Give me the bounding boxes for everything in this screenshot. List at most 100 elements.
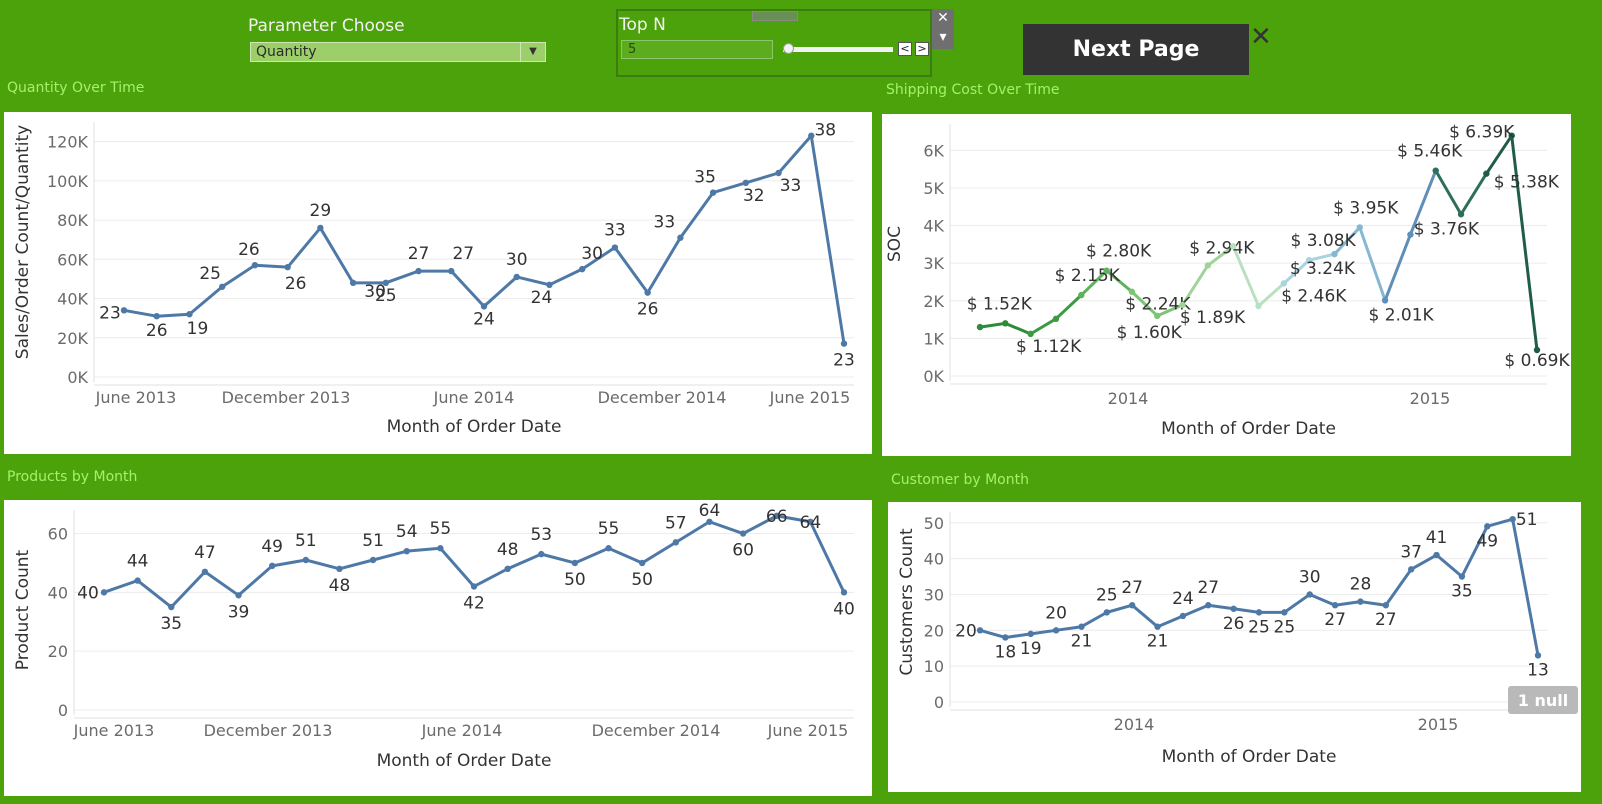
topn-menu[interactable]: ✕ ▾ [932, 9, 954, 49]
data-point [186, 311, 193, 318]
series-segment [220, 263, 257, 289]
data-label: 26 [1223, 614, 1245, 634]
data-label: 40 [77, 583, 99, 603]
step-back-icon[interactable]: < [898, 42, 912, 56]
data-point [1255, 302, 1262, 310]
x-axis-label: Month of Order Date [1161, 419, 1336, 439]
series-segment [1054, 625, 1083, 632]
close-icon[interactable]: ✕ [1250, 22, 1272, 52]
series-segment [1358, 600, 1388, 607]
y-axis-label: Customers Count [897, 528, 917, 676]
data-label: 35 [1451, 582, 1473, 602]
null-badge-label: 1 null [1518, 691, 1568, 710]
data-point [571, 559, 579, 567]
x-tick-label: June 2013 [73, 721, 155, 740]
data-label: 25 [1274, 617, 1296, 637]
data-point [739, 530, 747, 537]
y-tick-label: 40 [924, 550, 944, 569]
parameter-value: Quantity [256, 44, 317, 60]
data-point [1103, 267, 1110, 274]
series-segment [707, 520, 745, 536]
data-label: 26 [238, 240, 260, 260]
data-label: 25 [199, 264, 221, 284]
quantity-chart-panel: 0K 20K 40K 60K 80K 100K 120K June 2013 December … [4, 112, 872, 454]
data-point [1027, 630, 1034, 638]
series-segment [1459, 172, 1488, 216]
data-label: 24 [1172, 589, 1194, 609]
series-segment [613, 246, 650, 295]
data-point [317, 224, 324, 232]
series-segment [405, 546, 442, 553]
topn-slider-track[interactable] [783, 47, 893, 52]
data-label: 55 [430, 519, 452, 539]
series-segment [1232, 607, 1261, 614]
x-axis-label: Month of Order Date [1162, 747, 1337, 767]
series-segment [809, 134, 846, 346]
data-label: 27 [1197, 578, 1219, 598]
parameter-dropdown[interactable]: Quantity ▼ [250, 42, 546, 62]
data-label: 24 [531, 288, 553, 308]
menu-down-icon[interactable]: ▾ [932, 28, 954, 47]
topn-input[interactable]: 5 [621, 40, 773, 59]
parameter-title: Parameter Choose [248, 16, 405, 36]
data-point [1432, 167, 1439, 174]
drag-handle-icon[interactable] [752, 11, 798, 21]
data-point [1230, 605, 1237, 612]
data-point [538, 550, 545, 558]
data-label: $ 6.39K [1449, 123, 1515, 143]
data-label: 47 [194, 543, 216, 563]
data-point [1483, 170, 1490, 177]
data-label: $ 0.69K [1504, 351, 1570, 371]
data-label: $ 2.46K [1281, 286, 1347, 306]
data-label: 26 [285, 274, 307, 294]
x-tick-label: 2014 [1114, 715, 1155, 734]
series-segment [1156, 614, 1185, 629]
data-label: 54 [396, 522, 418, 542]
y-tick-label: 2K [923, 292, 944, 311]
series-segment [304, 558, 341, 571]
data-label: 64 [800, 513, 822, 533]
series-segment [1383, 233, 1412, 302]
x-tick-label: June 2014 [421, 721, 503, 740]
step-forward-icon[interactable]: > [915, 42, 929, 56]
data-label: 18 [995, 642, 1017, 662]
data-point [513, 273, 520, 281]
close-icon[interactable]: ✕ [932, 9, 954, 28]
data-label: 38 [814, 121, 836, 141]
series-segment [1358, 225, 1387, 302]
customers-chart-panel: 0 10 20 30 40 50 2014 2015 Month of Order Date Cu… [888, 502, 1581, 792]
shipping-chart: 0K 1K 2K 3K 4K 5K 6K 2014 2015 Month of Order Dat… [885, 123, 1570, 439]
x-axis-label: Month of Order Date [387, 417, 562, 437]
x-tick-label: June 2015 [769, 388, 851, 407]
series-segment [1511, 517, 1540, 657]
x-tick-label: 2015 [1410, 389, 1451, 408]
y-tick-label: 5K [923, 179, 944, 198]
data-point [1484, 523, 1491, 530]
data-label: $ 1.89K [1180, 308, 1246, 328]
series-segment [978, 321, 1007, 329]
data-label: 21 [1071, 632, 1093, 652]
series-segment [1003, 321, 1033, 336]
data-label: 51 [1516, 510, 1538, 530]
series-segment [573, 546, 611, 565]
topn-slider-thumb[interactable] [783, 43, 794, 54]
data-label: 51 [362, 531, 384, 551]
y-tick-label: 3K [923, 254, 944, 273]
data-label: 30 [506, 250, 528, 270]
data-point [1103, 609, 1111, 616]
data-point [638, 559, 646, 567]
data-point [605, 545, 612, 552]
data-point [644, 289, 651, 296]
y-tick-label: 10 [924, 657, 944, 676]
data-point [1154, 623, 1161, 630]
chevron-down-icon[interactable]: ▼ [520, 43, 545, 61]
data-label: 26 [146, 321, 168, 341]
data-point [1154, 312, 1161, 320]
series-segment [253, 263, 290, 269]
data-label: 55 [598, 519, 620, 539]
y-axis-label: SOC [885, 226, 905, 262]
next-page-button[interactable]: Next Page [1023, 24, 1249, 75]
y-tick-label: 6K [923, 141, 944, 160]
data-point [840, 340, 848, 347]
data-label: $ 5.38K [1494, 173, 1560, 193]
